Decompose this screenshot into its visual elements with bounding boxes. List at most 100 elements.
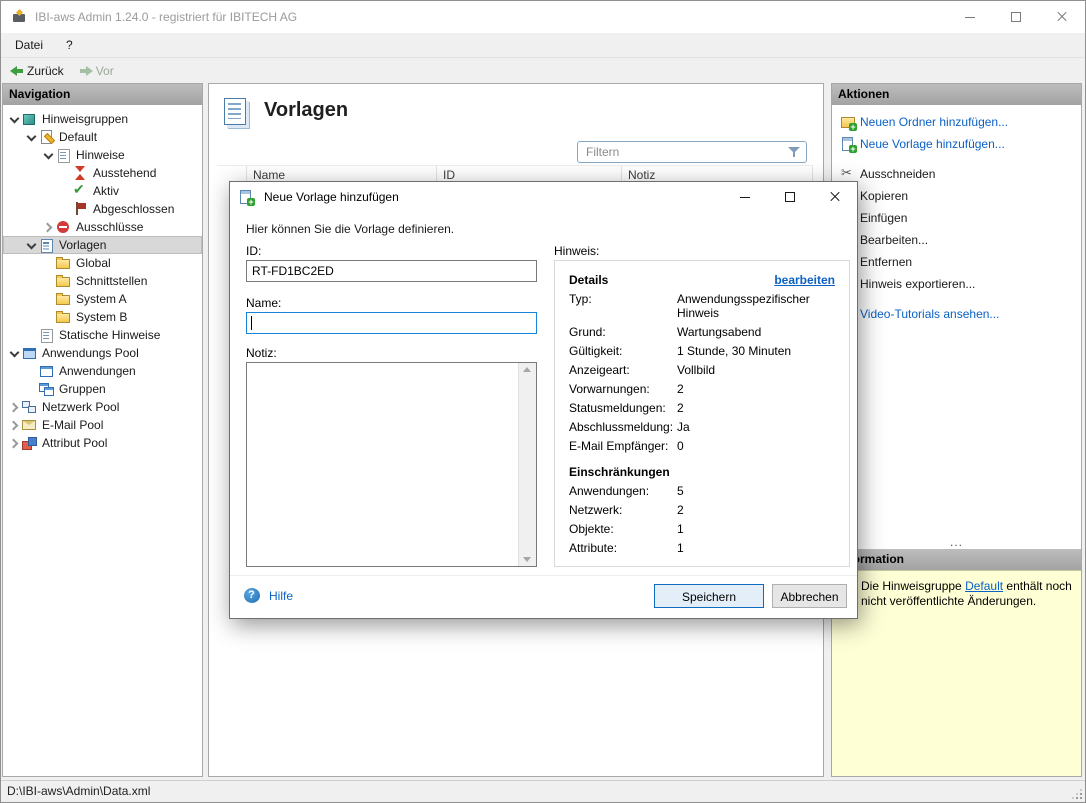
detail-label: E-Mail Empfänger: [569, 439, 677, 453]
information-box: Die Hinweisgruppe Default enthält noch n… [832, 570, 1081, 776]
dialog-close-button[interactable] [812, 182, 857, 211]
notes-icon [55, 147, 71, 163]
tree-item-netzwerk-pool[interactable]: Netzwerk Pool [3, 398, 202, 416]
notiz-textarea[interactable] [246, 362, 537, 567]
tree-item-system-a[interactable]: System A [3, 290, 202, 308]
tree-item-hinweisgruppen[interactable]: Hinweisgruppen [3, 110, 202, 128]
close-button[interactable] [1039, 1, 1085, 33]
dialog-minimize-button[interactable] [722, 182, 767, 211]
dialog-maximize-button[interactable] [767, 182, 812, 211]
action-hinweis-exportieren[interactable]: Hinweis exportieren... [832, 273, 1081, 295]
detail-row: Anwendungen:5 [569, 484, 835, 498]
tree-item-label: System B [76, 310, 127, 324]
tree-item-abgeschlossen[interactable]: Abgeschlossen [3, 200, 202, 218]
navigation-panel: Navigation HinweisgruppenDefaultHinweise… [2, 83, 203, 777]
expander-spacer [58, 201, 72, 217]
chevron-down-icon[interactable] [7, 345, 21, 361]
tree-item-label: Aktiv [93, 184, 119, 198]
tree-item-label: Anwendungen [59, 364, 136, 378]
name-field[interactable] [246, 312, 537, 334]
maximize-button[interactable] [993, 1, 1039, 33]
detail-value: 2 [677, 401, 835, 415]
chevron-right-icon[interactable] [7, 435, 21, 451]
filter-input[interactable] [577, 141, 807, 163]
tree-item-hinweise[interactable]: Hinweise [3, 146, 202, 164]
action-einfügen[interactable]: Einfügen [832, 207, 1081, 229]
chevron-down-icon[interactable] [24, 237, 38, 253]
help-label: Hilfe [269, 589, 293, 603]
detail-label: Typ: [569, 292, 677, 320]
tree-item-schnittstellen[interactable]: Schnittstellen [3, 272, 202, 290]
tree-item-ausschlüsse[interactable]: Ausschlüsse [3, 218, 202, 236]
expander-spacer [58, 165, 72, 181]
action-bearbeiten[interactable]: Bearbeiten... [832, 229, 1081, 251]
action-kopieren[interactable]: Kopieren [832, 185, 1081, 207]
detail-label: Objekte: [569, 522, 677, 536]
filter-funnel-icon[interactable] [787, 146, 801, 158]
chevron-down-icon[interactable] [41, 147, 55, 163]
detail-value: 2 [677, 382, 835, 396]
titlebar: IBI-aws Admin 1.24.0 - registriert für I… [1, 1, 1085, 33]
action-video-tutorials-ansehen[interactable]: Video-Tutorials ansehen... [832, 303, 1081, 325]
forward-button-label: Vor [96, 64, 114, 78]
tree-item-anwendungen[interactable]: Anwendungen [3, 362, 202, 380]
back-arrow-icon [9, 64, 25, 78]
expander-spacer [41, 255, 55, 271]
menu-datei[interactable]: Datei [6, 33, 52, 57]
id-field[interactable] [246, 260, 537, 282]
chevron-right-icon[interactable] [7, 399, 21, 415]
statusbar-path: D:\IBI-aws\Admin\Data.xml [7, 781, 1085, 802]
tree-item-global[interactable]: Global [3, 254, 202, 272]
notiz-scrollbar[interactable] [518, 363, 536, 566]
scissors-icon [840, 166, 856, 182]
window-controls [947, 1, 1085, 33]
dialog-footer: Hilfe Speichern Abbrechen [230, 575, 857, 618]
help-link[interactable]: Hilfe [244, 588, 293, 603]
tree-item-anwendungs-pool[interactable]: Anwendungs Pool [3, 344, 202, 362]
tree-item-vorlagen[interactable]: Vorlagen [3, 236, 202, 254]
cancel-button[interactable]: Abbrechen [772, 584, 847, 608]
action-neuen-ordner-hinzufügen[interactable]: Neuen Ordner hinzufügen... [832, 111, 1081, 133]
details-heading: Details [569, 273, 608, 287]
mail-icon [21, 417, 37, 433]
information-header: Information [832, 549, 1081, 570]
detail-value: Vollbild [677, 363, 835, 377]
hinweis-details-panel: Details bearbeiten Typ:Anwendungsspezifi… [554, 260, 850, 567]
dialog-neue-vorlage: Neue Vorlage hinzufügen Hier können Sie … [229, 181, 858, 619]
tree-item-system-b[interactable]: System B [3, 308, 202, 326]
action-entfernen[interactable]: Entfernen [832, 251, 1081, 273]
resize-grip[interactable] [1070, 787, 1082, 799]
help-icon [244, 588, 260, 603]
chevron-down-icon[interactable] [7, 111, 21, 127]
forward-button[interactable]: Vor [72, 60, 120, 82]
bearbeiten-link[interactable]: bearbeiten [774, 273, 835, 287]
tree-item-gruppen[interactable]: Gruppen [3, 380, 202, 398]
scroll-down-icon[interactable] [523, 557, 531, 562]
save-button[interactable]: Speichern [654, 584, 764, 608]
chevron-right-icon[interactable] [41, 219, 55, 235]
folder-plus-icon [840, 114, 856, 130]
dialog-controls [722, 182, 857, 212]
tree-item-default[interactable]: Default [3, 128, 202, 146]
detail-label: Anwendungen: [569, 484, 677, 498]
scroll-up-icon[interactable] [523, 367, 531, 372]
tree-item-e-mail-pool[interactable]: E-Mail Pool [3, 416, 202, 434]
detail-row: Statusmeldungen:2 [569, 401, 835, 415]
action-ausschneiden[interactable]: Ausschneiden [832, 163, 1081, 185]
detail-row: Netzwerk:2 [569, 503, 835, 517]
tree-item-statische-hinweise[interactable]: Statische Hinweise [3, 326, 202, 344]
action-neue-vorlage-hinzufügen[interactable]: Neue Vorlage hinzufügen... [832, 133, 1081, 155]
tree-item-attribut-pool[interactable]: Attribut Pool [3, 434, 202, 452]
chevron-down-icon[interactable] [24, 129, 38, 145]
tag-icon [21, 435, 37, 451]
statusbar: D:\IBI-aws\Admin\Data.xml [1, 780, 1085, 802]
tree-item-aktiv[interactable]: Aktiv [3, 182, 202, 200]
default-group-link[interactable]: Default [965, 579, 1003, 593]
minimize-button[interactable] [947, 1, 993, 33]
back-button[interactable]: Zurück [3, 60, 70, 82]
chevron-right-icon[interactable] [7, 417, 21, 433]
detail-label: Grund: [569, 325, 677, 339]
tree-item-ausstehend[interactable]: Ausstehend [3, 164, 202, 182]
menu-help[interactable]: ? [57, 33, 82, 57]
tree-item-label: Netzwerk Pool [42, 400, 119, 414]
